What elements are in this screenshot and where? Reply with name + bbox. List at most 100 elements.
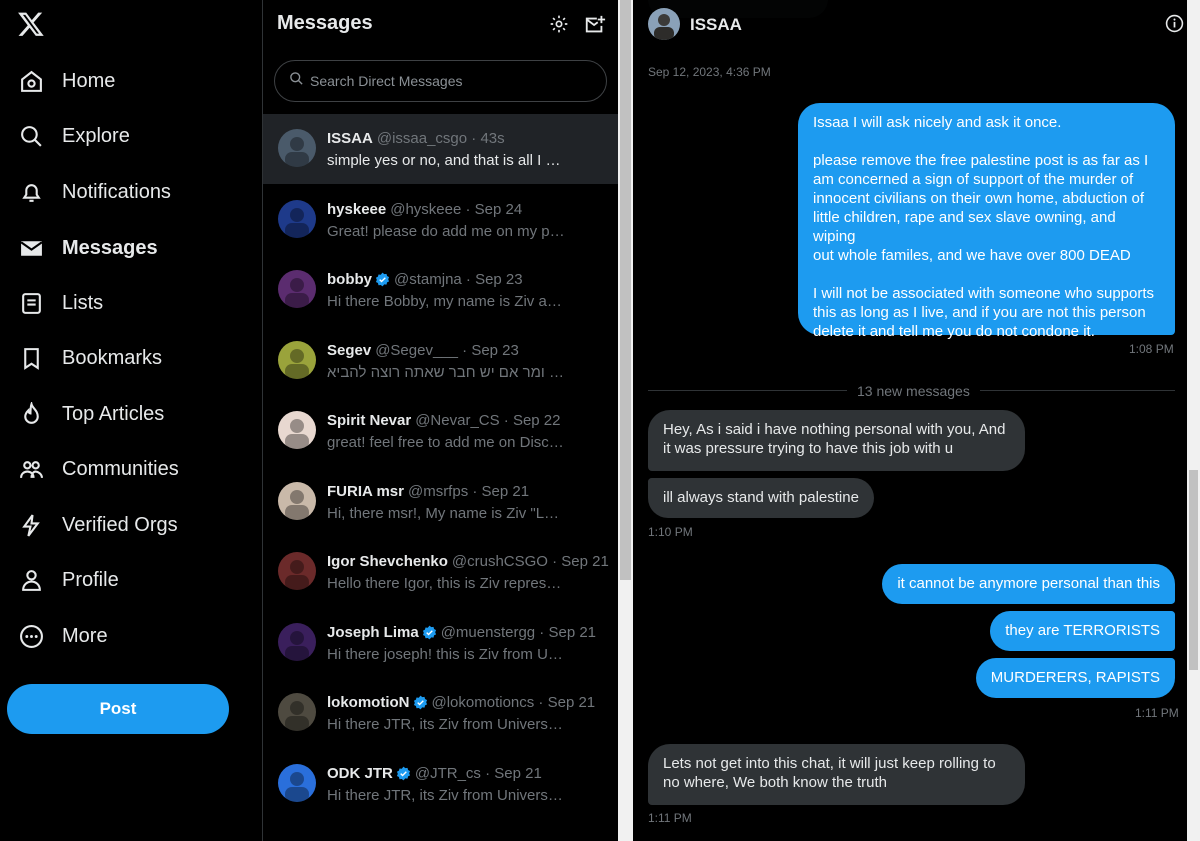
message-bubble-sent[interactable]: they are TERRORISTS	[990, 611, 1175, 651]
scrollbar[interactable]	[1187, 0, 1200, 841]
nav-label: More	[62, 624, 108, 647]
x-logo-icon[interactable]	[17, 10, 47, 40]
nav-top-articles[interactable]: Top Articles	[18, 394, 164, 434]
new-message-icon[interactable]	[584, 14, 606, 36]
conversation-header: ISSAA @issaa_csgo · 43s	[327, 130, 609, 147]
conversation-preview: ומר אם יש חבר שאתה רוצה להביא :)...	[327, 364, 567, 381]
message-bubble-sent[interactable]: MURDERERS, RAPISTS	[975, 658, 1175, 698]
conversation-name: ODK JTR	[327, 765, 393, 782]
conversation-name: Segev	[327, 342, 372, 359]
conversation-name: Spirit Nevar	[327, 412, 412, 429]
search-bar[interactable]	[274, 60, 607, 102]
post-button[interactable]: Post	[7, 684, 229, 734]
message-line: it was pressure trying to have this job …	[663, 440, 954, 457]
nav-messages[interactable]: Messages	[18, 228, 158, 268]
chat-contact-name[interactable]: ISSAA	[690, 15, 742, 35]
verified-badge-icon	[413, 695, 428, 710]
left-navigation: Home Explore Notifications Messages List…	[0, 0, 262, 841]
nav-notifications[interactable]: Notifications	[18, 172, 171, 212]
conversation-preview: Hi there JTR, its Ziv from Universus...	[327, 787, 567, 804]
conversation-handle: @muenstergg · Sep 21	[440, 624, 597, 641]
message-bubble-sent[interactable]: it cannot be anymore personal than this	[882, 564, 1175, 604]
conversation-item[interactable]: Igor Shevchenko @crushCSGO · Sep 21 Hello …	[263, 537, 618, 607]
avatar	[278, 623, 316, 661]
conversation-preview: Hi there Bobby, my name is Ziv an...	[327, 293, 567, 310]
bell-icon	[18, 179, 44, 205]
nav-communities[interactable]: Communities	[18, 449, 179, 489]
message-text: MURDERERS, RAPISTS	[990, 669, 1160, 686]
message-line	[813, 265, 1160, 284]
nav-explore[interactable]: Explore	[18, 116, 130, 156]
conversation-handle: @lokomotioncs · Sep 21	[431, 694, 596, 711]
avatar[interactable]	[648, 8, 680, 40]
conversation-name: Joseph Lima	[327, 624, 419, 641]
message-line: this as long as I live, and if you are n…	[813, 304, 1146, 321]
nav-profile[interactable]: Profile	[18, 560, 119, 600]
nav-label: Bookmarks	[62, 346, 163, 369]
conversation-panel: Sep 12, 2023, 4:36 PM ISSAA Issaa I will…	[633, 0, 1187, 841]
nav-home[interactable]: Home	[18, 61, 115, 101]
conversation-item[interactable]: bobby @stamjna · Sep 23 Hi there Bobby, my…	[263, 255, 618, 325]
bookmark-icon	[18, 345, 44, 371]
nav-label: Home	[62, 69, 116, 92]
message-bubble-received[interactable]: ill always stand with palestine	[648, 478, 874, 518]
conversation-item[interactable]: Segev @Segev___ · Sep 23 ומר אם יש חבר שאת…	[263, 326, 618, 396]
message-bubble-received[interactable]: Lets not get into this chat, it will jus…	[648, 744, 1025, 805]
conversation-name: bobby	[327, 271, 372, 288]
flame-icon	[18, 401, 44, 427]
avatar	[278, 129, 316, 167]
message-text: it cannot be anymore personal than this	[897, 575, 1160, 592]
conversation-item[interactable]: lokomotioN @lokomotioncs · Sep 21 Hi there…	[263, 678, 618, 748]
conversation-preview: simple yes or no, and that is all I w...	[327, 152, 567, 169]
gear-icon[interactable]	[549, 14, 571, 36]
conversation-item[interactable]: hyskeee @hyskeee · Sep 24 Great! please do…	[263, 185, 618, 255]
message-line: out whole familes, and we have over 800 …	[813, 247, 1131, 264]
conversation-header: Joseph Lima @muenstergg · Sep 21	[327, 624, 609, 641]
conversation-item[interactable]: ODK JTR @JTR_cs · Sep 21 Hi there JTR, its…	[263, 749, 618, 819]
conversation-item[interactable]: ISSAA @issaa_csgo · 43s simple yes or no, …	[263, 114, 618, 184]
new-messages-label: 13 new messages	[847, 383, 980, 399]
message-timestamp: Sep 12, 2023, 4:36 PM	[648, 65, 771, 79]
conversation-header: bobby @stamjna · Sep 23	[327, 271, 609, 288]
message-line: Issaa I will ask nicely and ask it once.	[813, 114, 1062, 131]
conversation-preview: great! feel free to add me on Disco...	[327, 434, 567, 451]
message-bubble-received[interactable]: Hey, As i said i have nothing personal w…	[648, 410, 1025, 471]
conversation-handle: @JTR_cs · Sep 21	[414, 765, 542, 782]
conversation-item[interactable]: FURIA msr @msrfps · Sep 21 Hi, there msr!,…	[263, 467, 618, 537]
list-icon	[18, 290, 44, 316]
scrollbar-thumb[interactable]	[620, 0, 631, 580]
message-line: delete it and tell me you do not condone…	[813, 323, 1095, 340]
nav-bookmarks[interactable]: Bookmarks	[18, 338, 162, 378]
conversation-preview: Great! please do add me on my per...	[327, 223, 567, 240]
messages-list-panel: Messages ISSAA@issaa_csgo · 43s simple ye…	[263, 0, 618, 841]
nav-more[interactable]: More	[18, 616, 108, 656]
conversation-handle: @issaa_csgo · 43s	[376, 130, 505, 147]
nav-lists[interactable]: Lists	[18, 283, 103, 323]
message-bubble-sent[interactable]: Issaa I will ask nicely and ask it once.…	[798, 103, 1175, 340]
conversation-name: Igor Shevchenko	[327, 553, 448, 570]
message-line: I will not be associated with someone wh…	[813, 285, 1155, 302]
conversation-handle: @Segev___ · Sep 23	[375, 342, 519, 359]
nav-label: Profile	[62, 568, 119, 591]
message-text: ill always stand with palestine	[663, 489, 859, 506]
search-input[interactable]	[310, 73, 590, 89]
conversation-item[interactable]: Joseph Lima @muenstergg · Sep 21 Hi there …	[263, 608, 618, 678]
message-line: no where, We both know the truth	[663, 774, 888, 791]
conversation-handle: @stamjna · Sep 23	[394, 271, 523, 288]
person-icon	[18, 567, 44, 593]
conversation-header: Spirit Nevar @Nevar_CS · Sep 22	[327, 412, 609, 429]
verified-badge-icon	[375, 272, 390, 287]
conversation-header: lokomotioN @lokomotioncs · Sep 21	[327, 694, 609, 711]
avatar	[278, 693, 316, 731]
verified-badge-icon	[396, 766, 411, 781]
lightning-icon	[18, 512, 44, 538]
nav-label: Verified Orgs	[62, 513, 178, 536]
nav-label: Lists	[62, 291, 104, 314]
info-icon[interactable]	[1165, 14, 1185, 34]
message-timestamp: 1:10 PM	[648, 525, 693, 539]
scrollbar-thumb[interactable]	[1189, 470, 1198, 670]
conversation-name: hyskeee	[327, 201, 387, 218]
conversation-name: FURIA msr	[327, 483, 404, 500]
conversation-item[interactable]: Spirit Nevar @Nevar_CS · Sep 22 great! fee…	[263, 396, 618, 466]
nav-verified-orgs[interactable]: Verified Orgs	[18, 505, 178, 545]
